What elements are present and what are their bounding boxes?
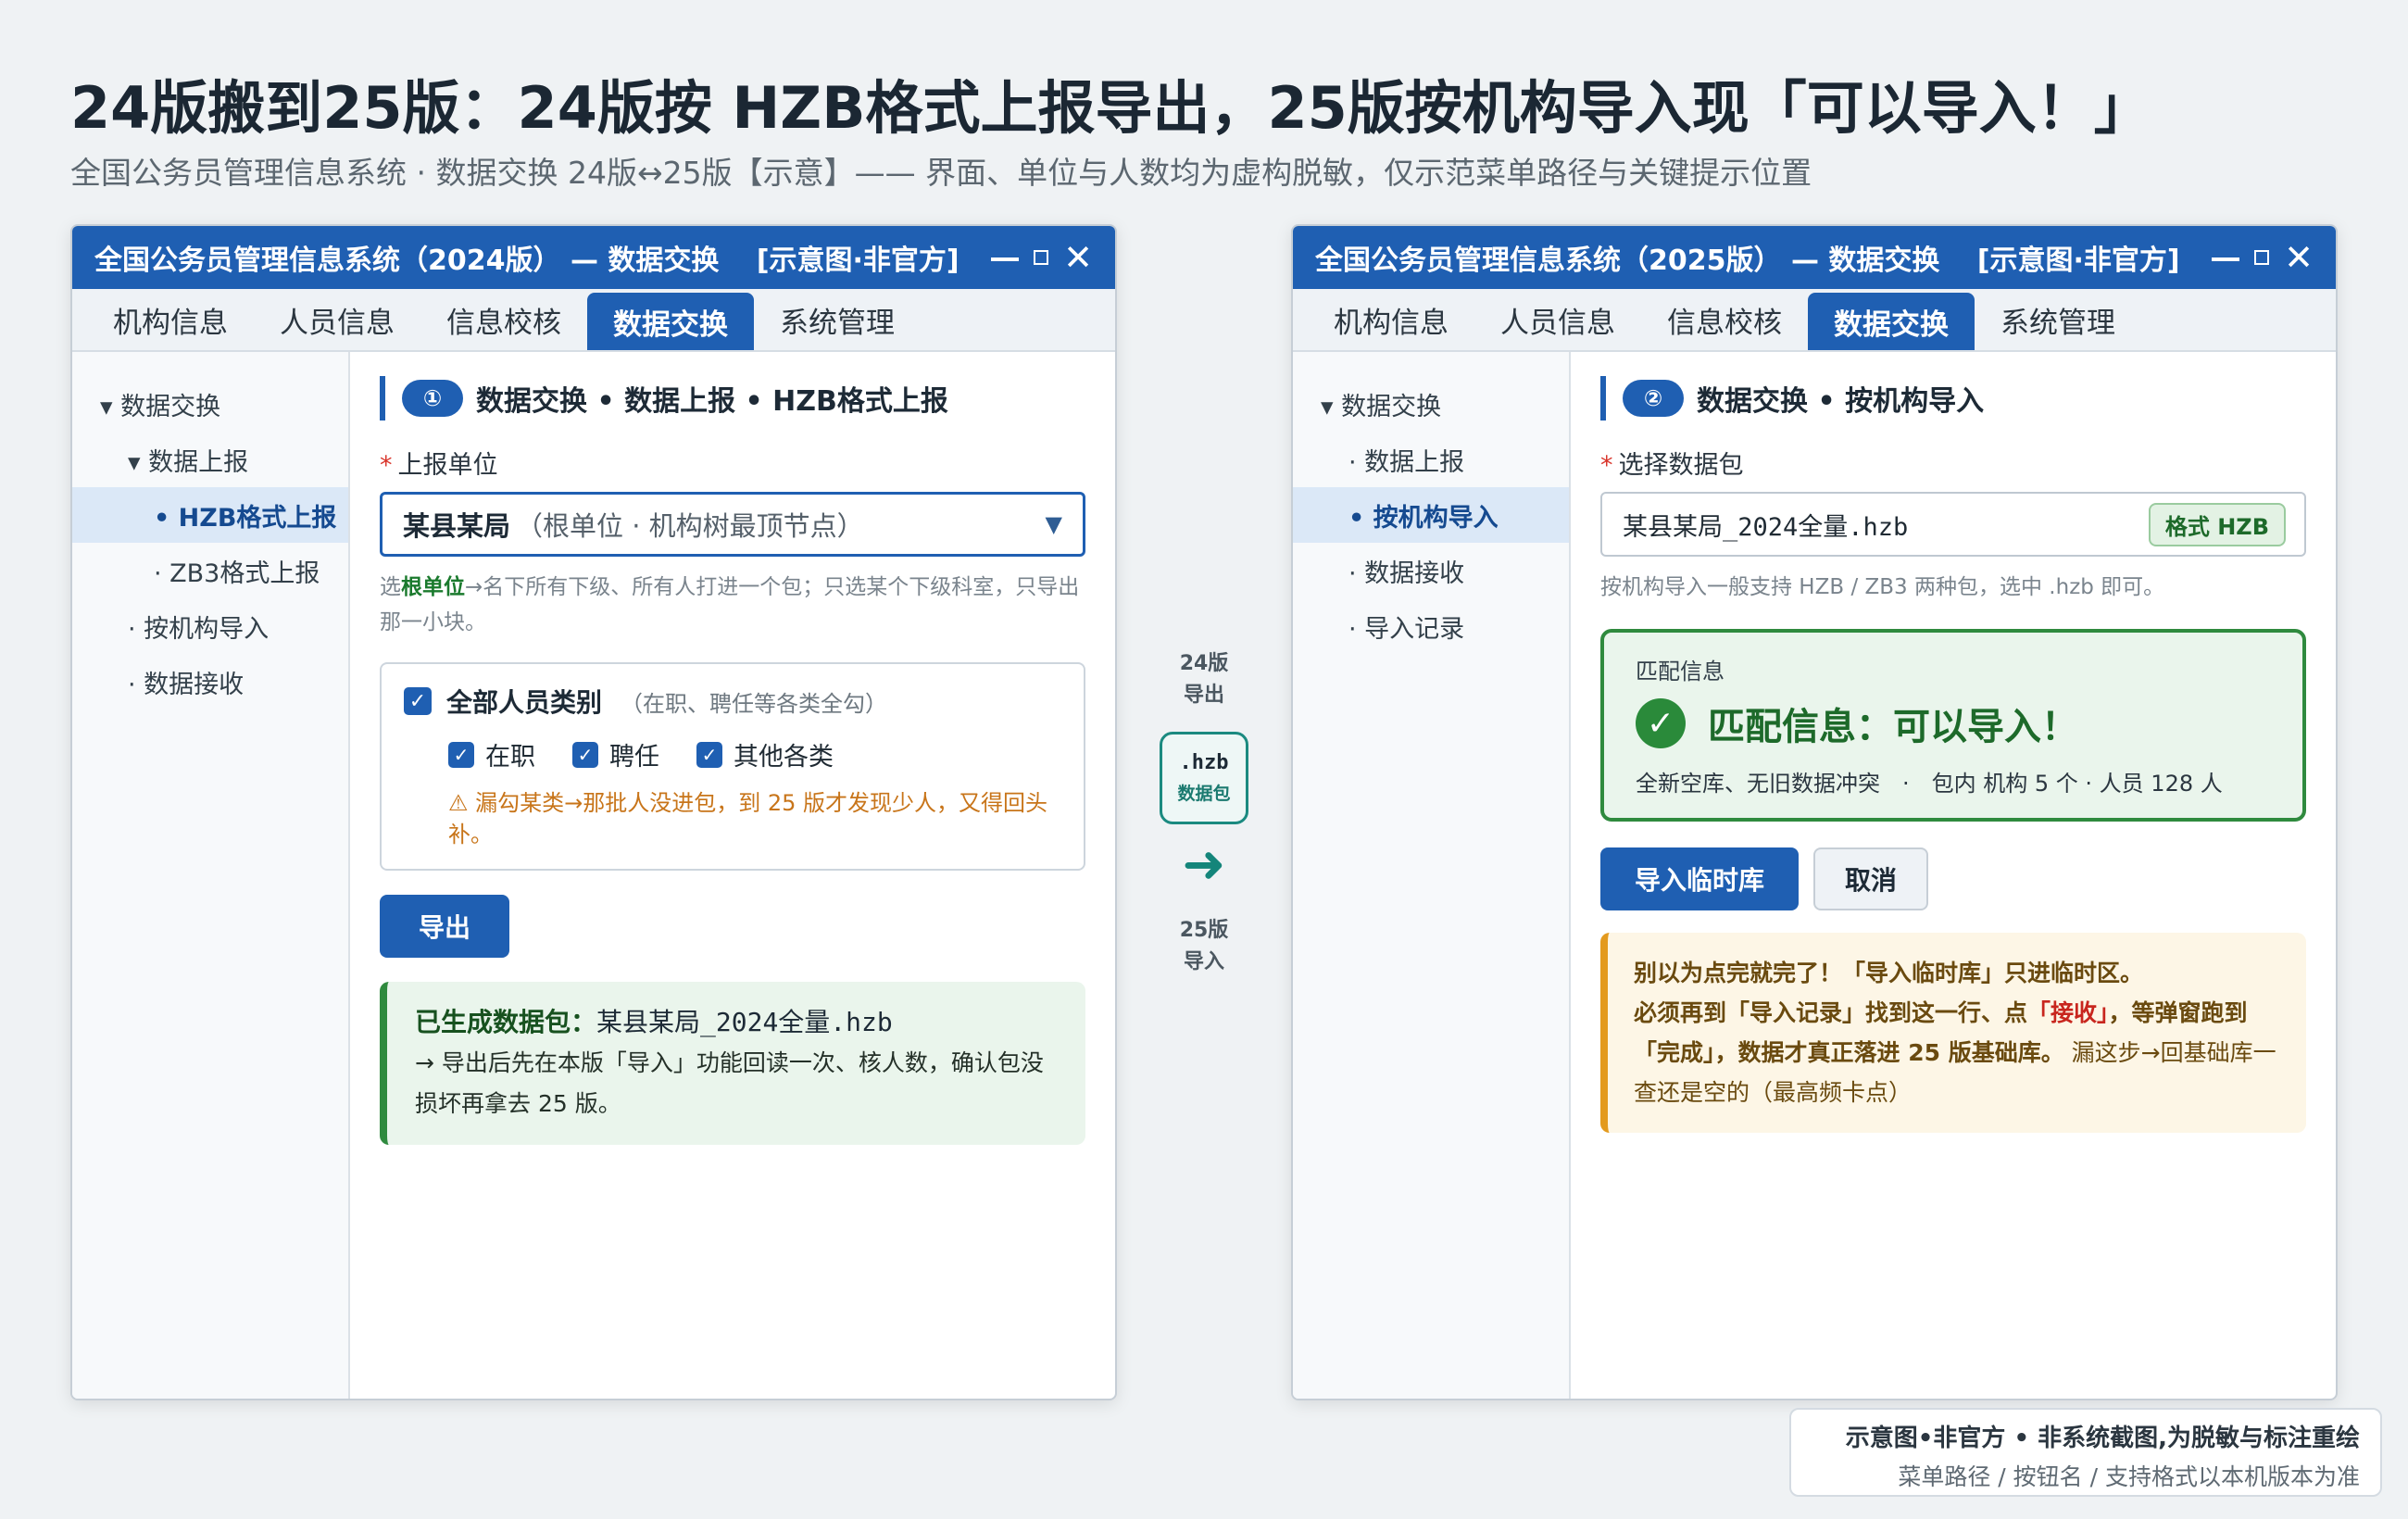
match-detail: 全新空库、无旧数据冲突 · 包内 机构 5 个 · 人员 128 人 <box>1636 771 2223 797</box>
close-icon[interactable]: ✕ <box>2284 240 2314 275</box>
disclaimer-line1: 示意图•非官方 • 非系统截图,为脱敏与标注重绘 <box>1845 1425 2360 1452</box>
import-temp-button[interactable]: 导入临时库 <box>1600 847 1799 910</box>
sidebar-item-data-receive[interactable]: · 数据接收 <box>1293 543 1569 598</box>
checkbox-active[interactable]: ✓ <box>448 741 474 768</box>
unit-select[interactable]: 某县某局 （根单位 · 机构树最顶节点） ▼ <box>380 492 1085 557</box>
window-2024: 全国公务员管理信息系统（2024版） — 数据交换 [示意图·非官方] ✕ 机构… <box>70 224 1117 1400</box>
checkbox-label: 其他各类 <box>734 743 834 772</box>
file-value: 某县某局_2024全量.hzb <box>1623 512 1909 542</box>
disclaimer-line2: 菜单路径 / 按钮名 / 支持格式以本机版本为准 <box>1898 1463 2360 1490</box>
tab-verify[interactable]: 信息校核 <box>1641 289 1808 350</box>
tab-system[interactable]: 系统管理 <box>1975 289 2141 350</box>
format-badge: 格式 HZB <box>2148 502 2286 546</box>
disclaimer-note: 示意图•非官方 • 非系统截图,为脱敏与标注重绘 菜单路径 / 按钮名 / 支持… <box>1789 1408 2382 1497</box>
window-title: 全国公务员管理信息系统（2025版） — 数据交换 [示意图·非官方] <box>1315 245 2180 277</box>
checkbox-label: 聘任 <box>609 743 659 772</box>
unit-label: * 上报单位 <box>380 451 498 480</box>
cancel-button[interactable]: 取消 <box>1813 847 1928 910</box>
flow-indicator: 24版 导出 .hzb 数据包 ➜ 25版 导入 <box>1158 648 1250 978</box>
match-status: 匹配信息：可以导入！ <box>1708 706 2078 748</box>
match-label: 匹配信息 <box>1636 659 1724 684</box>
category-warning: ⚠ 漏勾某类→那批人没进包，到 25 版才发现少人，又得回头补。 <box>448 790 1048 847</box>
sidebar-item-data-receive[interactable]: · 数据接收 <box>72 654 348 709</box>
menu-bar: 机构信息 人员信息 信息校核 数据交换 系统管理 <box>1293 289 2336 352</box>
close-icon[interactable]: ✕ <box>1063 240 1093 275</box>
sidebar-item-data-report[interactable]: · 数据上报 <box>1293 432 1569 487</box>
unit-hint: （根单位 · 机构树最顶节点） <box>516 510 864 542</box>
unit-help: 选根单位→名下所有下级、所有人打进一个包；只选某个下级科室，只导出那一小块。 <box>380 575 1080 634</box>
page-title: 24版搬到25版：24版按 HZB格式上报导出，25版按机构导入现「可以导入！」 <box>70 74 2151 142</box>
check-circle-icon: ✓ <box>1636 698 1686 748</box>
result-text: → 导出后先在本版「导入」功能回读一次、核人数，确认包没损坏再拿去 25 版。 <box>415 1049 1044 1117</box>
sidebar-item-zb3-report[interactable]: · ZB3格式上报 <box>72 543 348 598</box>
checkbox-other[interactable]: ✓ <box>696 741 722 768</box>
main-panel: ② 数据交换 • 按机构导入 * 选择数据包 某县某局_2024全量.hzb 格式… <box>1571 352 2336 1399</box>
menu-bar: 机构信息 人员信息 信息校核 数据交换 系统管理 <box>72 289 1115 352</box>
result-file: 某县某局_2024全量.hzb <box>596 1007 893 1037</box>
step-header: ① 数据交换 • 数据上报 • HZB格式上报 <box>380 376 1085 421</box>
tab-org-info[interactable]: 机构信息 <box>1308 289 1474 350</box>
sidebar-item-org-import[interactable]: · 按机构导入 <box>72 598 348 654</box>
sidebar-item-import-log[interactable]: · 导入记录 <box>1293 598 1569 654</box>
sidebar-item-data-exchange[interactable]: ▾ 数据交换 <box>1293 376 1569 432</box>
step-number: ② <box>1623 380 1684 417</box>
file-label: * 选择数据包 <box>1600 451 1744 480</box>
tab-verify[interactable]: 信息校核 <box>420 289 587 350</box>
tab-system[interactable]: 系统管理 <box>754 289 921 350</box>
arrow-right-icon: ➜ <box>1182 835 1226 895</box>
maximize-icon[interactable] <box>1034 250 1049 265</box>
title-bar: 全国公务员管理信息系统（2024版） — 数据交换 [示意图·非官方] ✕ <box>72 226 1115 289</box>
flow-top-label: 24版 导出 <box>1179 652 1229 707</box>
step-number: ① <box>402 380 463 417</box>
sidebar-item-org-import[interactable]: • 按机构导入 <box>1293 487 1569 543</box>
window-2025: 全国公务员管理信息系统（2025版） — 数据交换 [示意图·非官方] ✕ 机构… <box>1291 224 2338 1400</box>
unit-value: 某县某局 <box>403 510 511 542</box>
category-card: ✓ 全部人员类别 （在职、聘任等各类全勾） ✓ 在职 ✓ 聘任 ✓ 其他各类 ⚠ 漏勾… <box>380 662 1085 871</box>
step-title: 数据交换 • 按机构导入 <box>1697 385 1985 418</box>
checkbox-label: 在职 <box>485 743 535 772</box>
result-note: 已生成数据包：某县某局_2024全量.hzb → 导出后先在本版「导入」功能回读… <box>380 982 1085 1145</box>
minimize-icon[interactable] <box>991 257 1020 261</box>
step-title: 数据交换 • 数据上报 • HZB格式上报 <box>476 385 948 418</box>
sidebar-item-data-report[interactable]: ▾ 数据上报 <box>72 432 348 487</box>
match-info-card: 匹配信息 ✓ 匹配信息：可以导入！ 全新空库、无旧数据冲突 · 包内 机构 5 … <box>1600 629 2306 822</box>
checkbox-all-note: （在职、聘任等各类全勾） <box>621 690 888 717</box>
tab-person-info[interactable]: 人员信息 <box>254 289 420 350</box>
step-header: ② 数据交换 • 按机构导入 <box>1600 376 2306 421</box>
checkbox-hired[interactable]: ✓ <box>572 741 598 768</box>
main-panel: ① 数据交换 • 数据上报 • HZB格式上报 * 上报单位 某县某局 （根单位 … <box>350 352 1115 1399</box>
sidebar-item-data-exchange[interactable]: ▾ 数据交换 <box>72 376 348 432</box>
sidebar: ▾ 数据交换 ▾ 数据上报 • HZB格式上报 · ZB3格式上报 · 按机构导… <box>72 352 350 1399</box>
sidebar: ▾ 数据交换 · 数据上报 • 按机构导入 · 数据接收 · 导入记录 <box>1293 352 1571 1399</box>
warning-line1: 别以为点完就完了！「导入临时库」只进临时区。 <box>1634 960 2144 986</box>
tab-data-exchange[interactable]: 数据交换 <box>587 293 754 350</box>
result-title: 已生成数据包： <box>415 1007 597 1037</box>
export-button[interactable]: 导出 <box>380 895 509 958</box>
title-bar: 全国公务员管理信息系统（2025版） — 数据交换 [示意图·非官方] ✕ <box>1293 226 2336 289</box>
window-title: 全国公务员管理信息系统（2024版） — 数据交换 [示意图·非官方] <box>94 245 959 277</box>
sidebar-item-hzb-report[interactable]: • HZB格式上报 <box>72 487 348 543</box>
package-file-input[interactable]: 某县某局_2024全量.hzb 格式 HZB <box>1600 492 2306 557</box>
minimize-icon[interactable] <box>2212 257 2240 261</box>
receive-warning: 别以为点完就完了！「导入临时库」只进临时区。 必须再到「导入记录」找到这一行、点… <box>1600 933 2306 1133</box>
file-help: 按机构导入一般支持 HZB / ZB3 两种包，选中 .hzb 即可。 <box>1600 575 2165 599</box>
tab-data-exchange[interactable]: 数据交换 <box>1808 293 1975 350</box>
package-icon: .hzb 数据包 <box>1160 732 1248 824</box>
tab-person-info[interactable]: 人员信息 <box>1474 289 1641 350</box>
flow-bottom-label: 25版 导入 <box>1179 919 1229 973</box>
page-subtitle: 全国公务员管理信息系统 · 数据交换 24版↔25版【示意】—— 界面、单位与人… <box>70 155 1812 191</box>
chevron-down-icon[interactable]: ▼ <box>1046 511 1062 537</box>
checkbox-all-categories[interactable]: ✓ <box>404 687 432 715</box>
tab-org-info[interactable]: 机构信息 <box>87 289 254 350</box>
maximize-icon[interactable] <box>2254 250 2270 265</box>
checkbox-all-label: 全部人员类别 <box>446 687 603 718</box>
